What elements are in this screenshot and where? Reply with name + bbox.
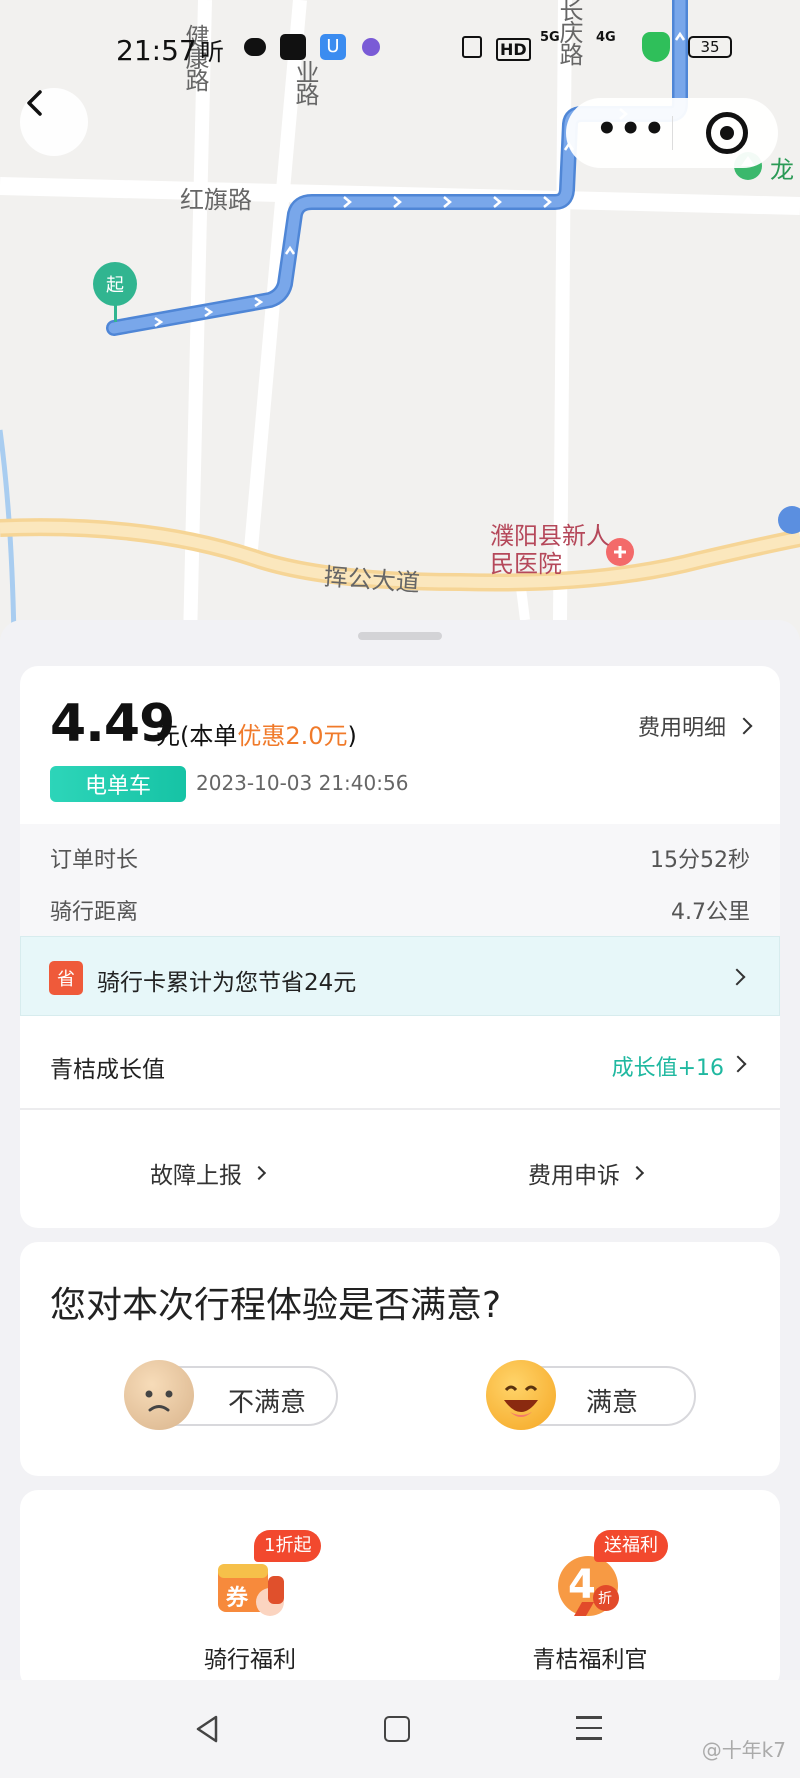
poi-hospital-label: 濮阳县新人民医院 [490,522,610,578]
mini-program-capsule: ••• [566,98,778,168]
close-target-icon[interactable] [706,112,748,154]
welfare-officer-label: 青桔福利官 [532,1647,648,1673]
map-canvas [0,0,800,640]
status-bar: 21:57 听 U HD 5G 4G 35 [0,28,800,74]
back-arrow-icon [27,90,42,116]
ride-welfare-badge: 1折起 [254,1530,322,1562]
welfare-card: 券 1折起 骑行福利 4 折 送福利 青桔福利官 [20,1490,780,1690]
unsatisfied-label: 不满意 [228,1388,307,1418]
distance-row: 骑行距离 4.7公里 [50,888,750,928]
price-close-paren: ) [347,722,357,750]
app-icon [362,38,380,56]
qingju-welfare-officer-entry[interactable]: 4 折 送福利 青桔福利官 [480,1490,700,1690]
nav-back-icon[interactable] [194,1714,220,1744]
sheet-handle[interactable] [358,632,442,640]
system-nav-bar: @十年k7 [0,1680,800,1778]
nav-menu-icon[interactable] [576,1716,602,1748]
order-datetime: 2023-10-03 21:40:56 [196,771,409,795]
growth-label: 青桔成长值 [50,1057,165,1083]
chevron-right-icon [629,1165,645,1181]
capsule-divider [672,116,673,150]
5g-signal-icon: 5G [540,30,560,45]
price-unit: 元(本单优惠2.0元) [156,716,357,751]
ride-welfare-label: 骑行福利 [204,1647,296,1673]
nfc-icon [462,36,482,58]
chevron-right-icon [251,1165,267,1181]
order-sheet: 4.49 元(本单优惠2.0元) 费用明细 电单车 2023-10-03 21:… [0,620,800,1690]
discount-4-text: 4 [568,1562,596,1608]
savings-text: 骑行卡累计为您节省24元 [97,970,357,996]
watermark-text: @十年k7 [701,1738,786,1762]
distance-value: 4.7公里 [671,900,750,925]
poi-long-label: 龙 [770,156,794,184]
4g-signal-icon: 4G [596,30,616,45]
road-label-hongqi: 红旗路 [180,186,252,214]
duration-value: 15分52秒 [650,848,750,873]
welfare-officer-badge: 送福利 [594,1530,668,1562]
fee-detail-label: 费用明细 [637,716,726,741]
discount-text: 优惠2.0元 [237,722,348,750]
happy-face-icon [486,1360,556,1430]
chevron-right-icon [729,1055,747,1073]
growth-value: 成长值+16 [611,1056,724,1081]
back-button[interactable] [20,88,88,156]
nav-home-icon[interactable] [384,1716,410,1742]
report-fault-label: 故障上报 [150,1163,242,1189]
status-time: 21:57 [116,34,197,67]
report-fault-button[interactable]: 故障上报 [150,1156,267,1190]
start-marker: 起 [93,262,137,306]
road-label-huigong: 挥公大道 [322,562,421,598]
start-marker-stem [114,304,117,322]
tiktok-icon [280,34,306,60]
ride-welfare-entry[interactable]: 券 1折起 骑行福利 [150,1490,350,1690]
savings-badge: 省 [49,961,83,995]
growth-value-row[interactable]: 青桔成长值 成长值+16 [20,1016,780,1110]
trip-info: 订单时长 15分52秒 骑行距离 4.7公里 [20,824,780,936]
coupon-icon-text: 券 [226,1586,249,1611]
fee-detail-link[interactable]: 费用明细 [637,710,753,742]
satisfied-label: 满意 [586,1388,639,1418]
price-unit-text: 元(本单 [156,722,238,750]
order-actions: 故障上报 费用申诉 [20,1112,780,1228]
satisfaction-survey-card: 您对本次行程体验是否满意? 不满意 满意 [20,1242,780,1476]
hd-icon: HD [496,38,531,61]
fee-appeal-label: 费用申诉 [528,1163,620,1189]
shield-icon [642,32,670,62]
duration-label: 订单时长 [50,848,139,873]
vehicle-type-badge: 电单车 [50,766,186,802]
route-map[interactable]: 健康路 业路 长庆路 红旗路 挥公大道 濮阳县新人民医院 龙 起 21:57 听… [0,0,800,640]
order-summary-card: 4.49 元(本单优惠2.0元) 费用明细 电单车 2023-10-03 21:… [20,666,780,1228]
distance-label: 骑行距离 [50,900,139,925]
wechat-icon [244,38,266,56]
battery-icon: 35 [688,36,732,58]
survey-question: 您对本次行程体验是否满意? [50,1285,502,1326]
more-icon[interactable]: ••• [596,112,667,146]
sad-face-icon [124,1360,194,1430]
chevron-right-icon [728,968,746,986]
duration-row: 订单时长 15分52秒 [50,836,750,876]
discount-small-text: 折 [598,1591,612,1607]
hearing-icon: 听 [200,38,224,66]
chevron-right-icon [735,717,753,735]
fee-appeal-button[interactable]: 费用申诉 [528,1156,645,1190]
u-app-icon: U [320,34,346,60]
ride-card-savings-banner[interactable]: 省 骑行卡累计为您节省24元 [20,936,780,1016]
